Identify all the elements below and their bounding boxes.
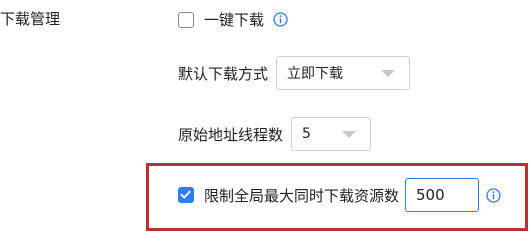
- max-downloads-row: 限制全局最大同时下载资源数 500: [178, 178, 501, 212]
- max-downloads-checkbox[interactable]: [178, 187, 194, 203]
- info-icon[interactable]: [273, 12, 288, 27]
- max-downloads-value: 500: [416, 186, 445, 204]
- chevron-down-icon: [381, 70, 396, 77]
- section-title: 下载管理: [0, 10, 61, 28]
- one-click-download-checkbox[interactable]: [178, 11, 194, 28]
- thread-count-select[interactable]: 5: [291, 117, 372, 151]
- info-icon[interactable]: [486, 187, 501, 203]
- default-download-mode-row: 默认下载方式 立即下载: [178, 56, 411, 90]
- default-download-mode-select[interactable]: 立即下载: [276, 56, 411, 90]
- one-click-download-row: 一键下载: [178, 9, 288, 30]
- default-download-mode-value: 立即下载: [287, 66, 344, 82]
- thread-count-label: 原始地址线程数: [178, 125, 284, 144]
- max-downloads-label: 限制全局最大同时下载资源数: [204, 186, 400, 205]
- default-download-mode-label: 默认下载方式: [178, 64, 269, 83]
- chevron-down-icon: [342, 131, 357, 138]
- checkmark-icon: [180, 190, 191, 199]
- download-settings-panel: 下载管理 一键下载 默认下载方式 立即下载 原始地址线程数 5 限制全局最大同时…: [0, 0, 532, 240]
- max-downloads-input[interactable]: 500: [405, 178, 480, 212]
- thread-count-value: 5: [302, 126, 311, 142]
- thread-count-row: 原始地址线程数 5: [178, 117, 372, 151]
- one-click-download-label: 一键下载: [204, 11, 265, 29]
